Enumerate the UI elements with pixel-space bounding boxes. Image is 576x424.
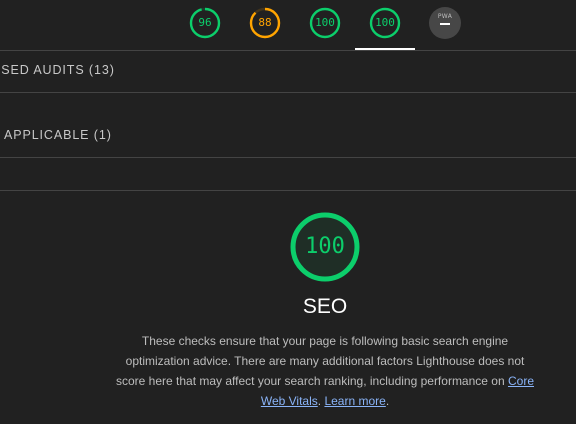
performance-gauge[interactable]: 96 bbox=[189, 7, 221, 39]
best-practices-gauge[interactable]: 100 bbox=[309, 7, 341, 39]
performance-score: 96 bbox=[198, 16, 212, 29]
pwa-badge[interactable]: PWA bbox=[429, 7, 461, 39]
accessibility-gauge[interactable]: 88 bbox=[249, 7, 281, 39]
category-title: SEO bbox=[302, 295, 348, 318]
divider bbox=[0, 157, 576, 158]
passed-audits-toggle[interactable]: SSED AUDITS (13) bbox=[0, 63, 115, 77]
divider bbox=[0, 50, 576, 51]
description-end: . bbox=[385, 394, 390, 408]
category-description: These checks ensure that your page is fo… bbox=[110, 331, 540, 411]
seo-score: 100 bbox=[375, 16, 395, 29]
pwa-label: PWA bbox=[437, 13, 453, 20]
accessibility-score: 88 bbox=[258, 16, 272, 29]
not-applicable-toggle[interactable]: T APPLICABLE (1) bbox=[0, 128, 112, 142]
score-gauges-bar: 96 88 100 100 PWA bbox=[0, 0, 576, 50]
divider bbox=[0, 92, 576, 93]
seo-category-score: 100 bbox=[305, 234, 345, 259]
pwa-dash-icon bbox=[440, 23, 450, 25]
seo-gauge[interactable]: 100 bbox=[369, 7, 401, 39]
best-practices-score: 100 bbox=[315, 16, 335, 29]
learn-more-link[interactable]: Learn more bbox=[324, 394, 385, 408]
seo-category-gauge: 100 bbox=[289, 211, 361, 283]
description-text: These checks ensure that your page is fo… bbox=[115, 334, 525, 388]
divider bbox=[0, 190, 576, 191]
